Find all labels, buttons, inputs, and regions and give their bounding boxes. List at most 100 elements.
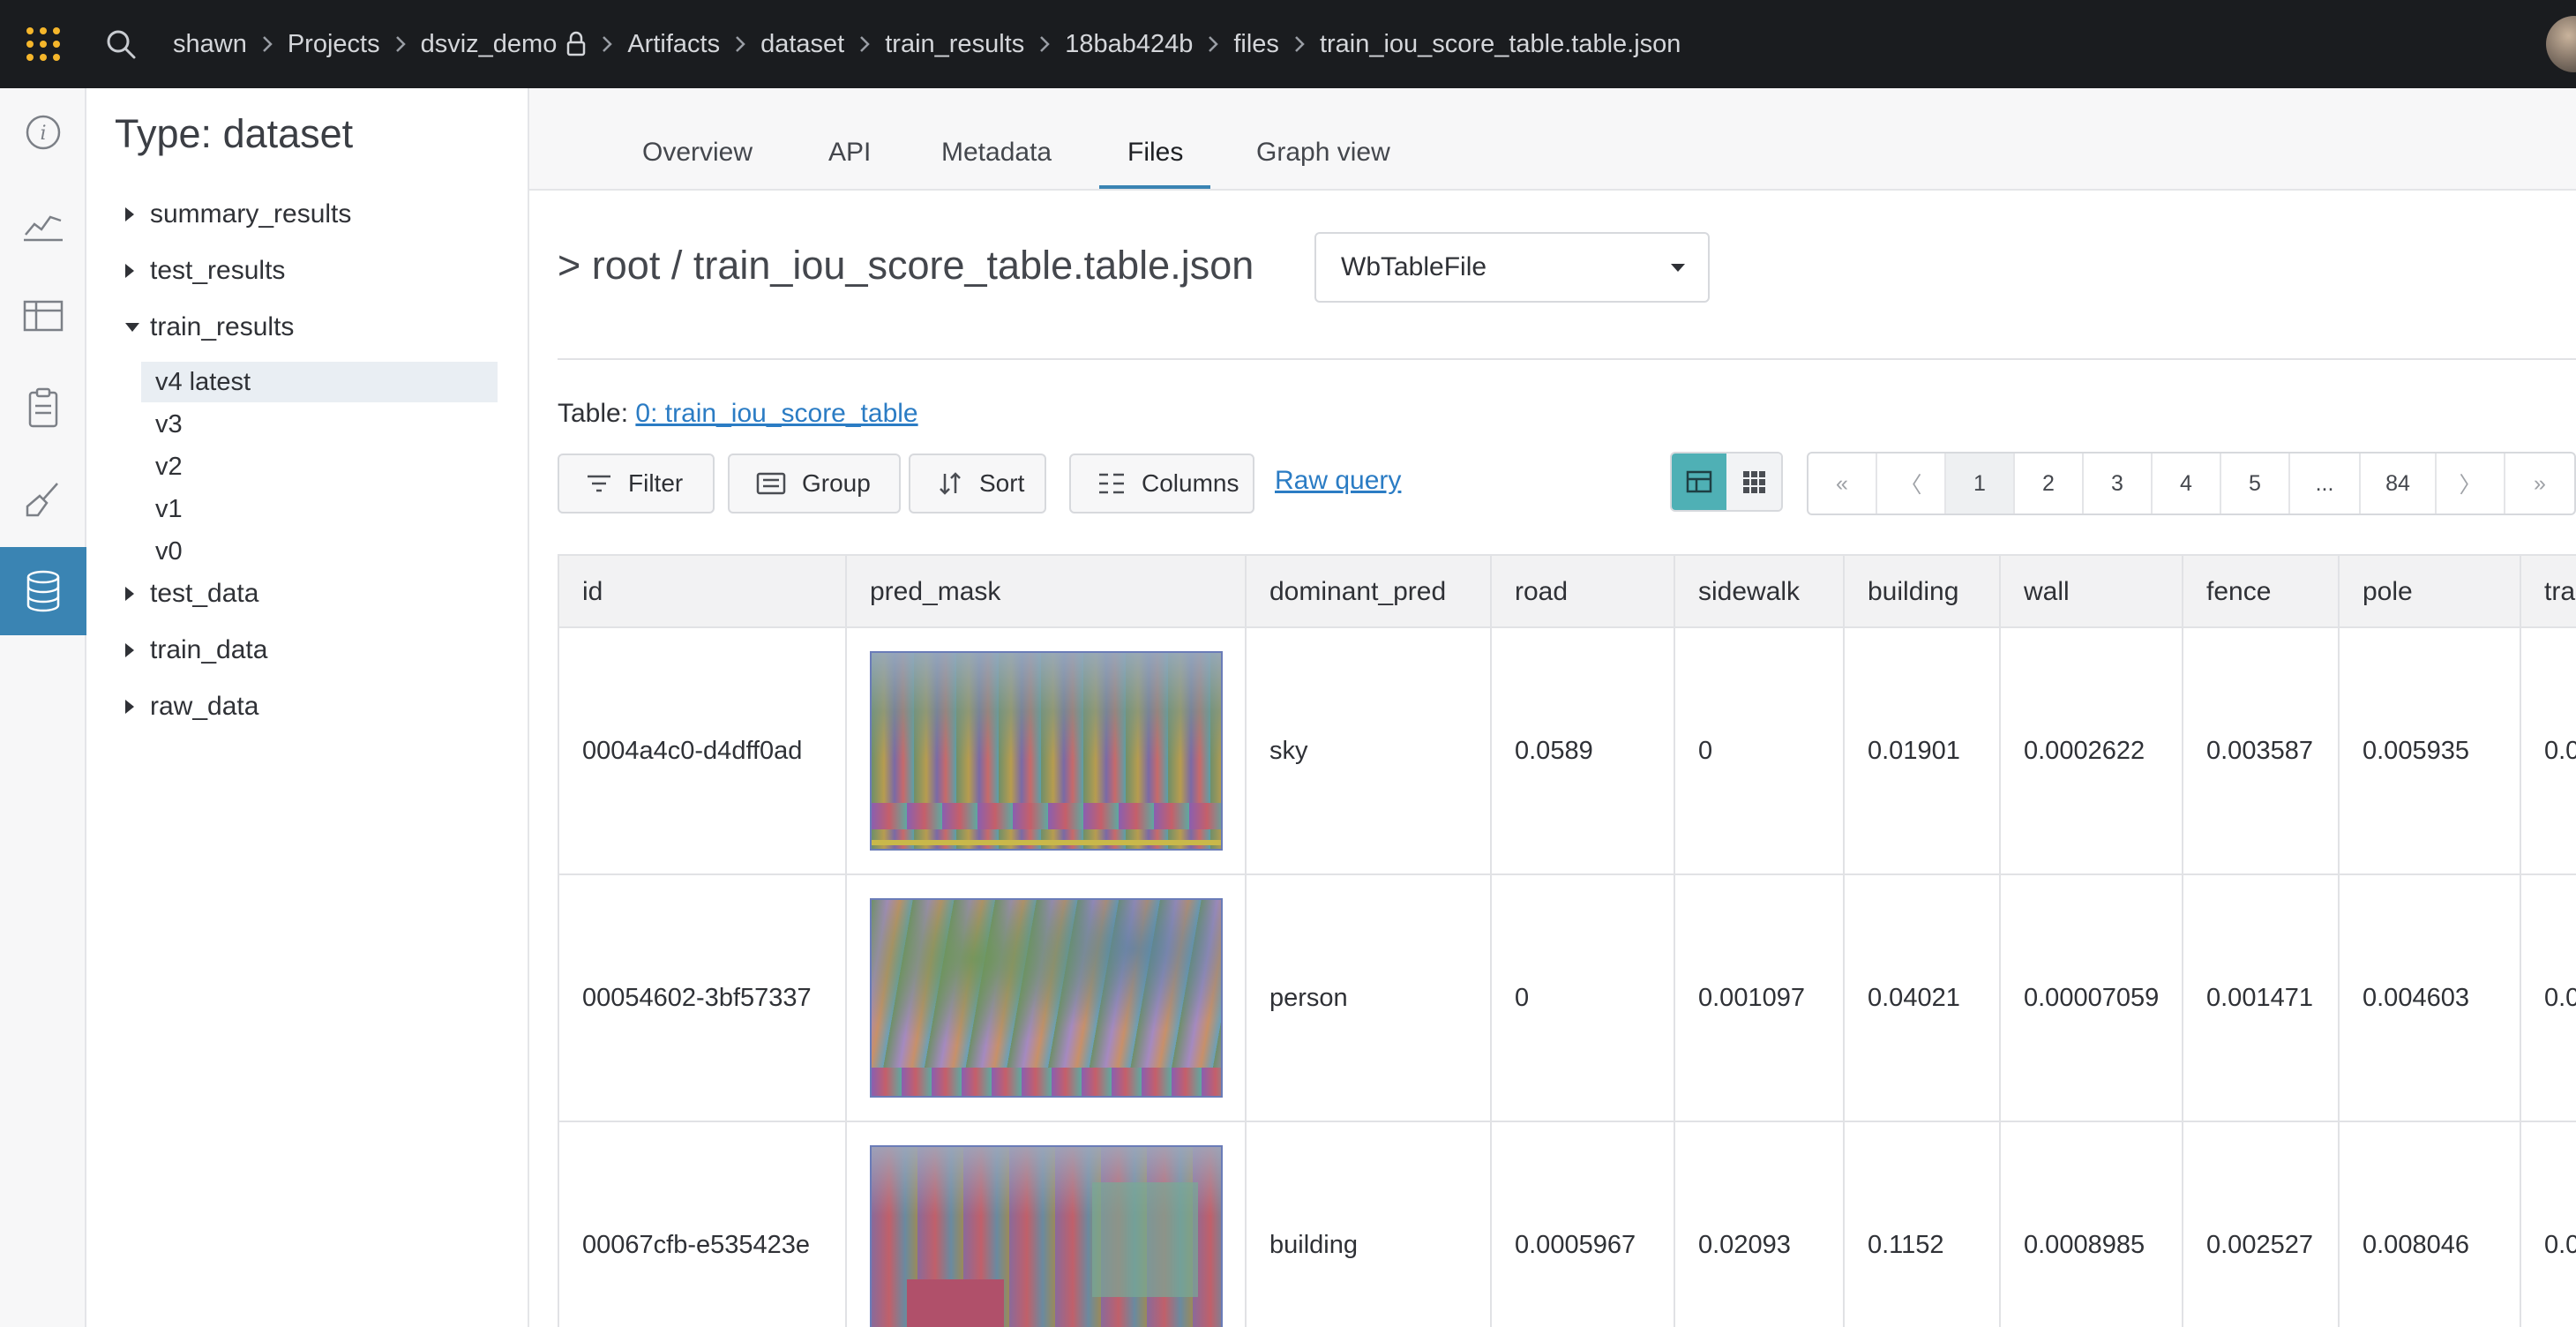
tab-metadata[interactable]: Metadata: [941, 138, 1052, 189]
tree-node-test-results[interactable]: test_results: [124, 256, 285, 286]
caret-down-icon: [124, 321, 150, 334]
rail-reports[interactable]: [0, 364, 86, 452]
version-item-v3[interactable]: v3: [141, 404, 498, 445]
app-menu-button[interactable]: [0, 0, 86, 88]
column-header-wall[interactable]: wall: [2001, 556, 2183, 628]
breadcrumb: shawn Projects dsviz_demo Artifacts data…: [173, 30, 1681, 59]
viewer-type-select[interactable]: WbTableFile: [1314, 232, 1710, 303]
column-header-pole[interactable]: pole: [2340, 556, 2521, 628]
tree-node-test-data[interactable]: test_data: [124, 579, 258, 609]
prediction-mask-image[interactable]: [870, 651, 1223, 851]
tree-node-train-results[interactable]: train_results: [124, 312, 294, 342]
app-grid-icon: [26, 27, 60, 61]
breadcrumb-project[interactable]: dsviz_demo: [421, 30, 558, 59]
tree-node-raw-data[interactable]: raw_data: [124, 692, 258, 722]
tab-files[interactable]: Files: [1127, 138, 1183, 189]
cell-road: 0: [1492, 875, 1675, 1121]
dropdown-arrow-icon: [1671, 264, 1685, 272]
rail-overview[interactable]: i: [0, 88, 86, 176]
file-path: > root / train_iou_score_table.table.jso…: [558, 243, 1254, 288]
cell-fence: 0.001471: [2183, 875, 2340, 1121]
prediction-mask-image[interactable]: [870, 1145, 1223, 1327]
page-84[interactable]: 84: [2361, 454, 2437, 514]
page-next[interactable]: 〉: [2437, 454, 2505, 514]
chevron-right-icon: [587, 34, 627, 54]
table-label: Table: 0: train_iou_score_table: [558, 399, 918, 429]
column-header-building[interactable]: building: [1845, 556, 2001, 628]
version-item-v0[interactable]: v0: [141, 531, 498, 572]
filter-button[interactable]: Filter: [558, 454, 715, 514]
raw-query-link[interactable]: Raw query: [1275, 466, 1401, 496]
breadcrumb-files[interactable]: files: [1233, 30, 1279, 59]
page-ellipsis: ...: [2290, 454, 2361, 514]
table-row[interactable]: 00067cfb-e535423e building 0.0005967 0.0…: [559, 1122, 2576, 1327]
prediction-mask-image[interactable]: [870, 898, 1223, 1098]
columns-label: Columns: [1142, 469, 1239, 497]
page-3[interactable]: 3: [2084, 454, 2153, 514]
search-icon: [107, 30, 136, 59]
column-header-tra[interactable]: tra: [2521, 556, 2576, 628]
line-chart-icon: [24, 215, 63, 242]
tab-graph-view[interactable]: Graph view: [1256, 138, 1390, 189]
page-prev[interactable]: 〈: [1877, 454, 1946, 514]
table-row[interactable]: 00054602-3bf57337 person 0 0.001097 0.04…: [559, 875, 2576, 1122]
tab-overview[interactable]: Overview: [642, 138, 753, 189]
results-table: id pred_mask dominant_pred road sidewalk…: [558, 554, 2576, 1327]
page-5[interactable]: 5: [2221, 454, 2290, 514]
rail-sweeps[interactable]: [0, 455, 86, 544]
icon-rail: i: [0, 88, 86, 1327]
search-button[interactable]: [86, 0, 155, 88]
version-item-v2[interactable]: v2: [141, 446, 498, 487]
top-bar: shawn Projects dsviz_demo Artifacts data…: [0, 0, 2576, 88]
page-4[interactable]: 4: [2153, 454, 2221, 514]
caret-right-icon: [124, 206, 150, 223]
tab-api[interactable]: API: [828, 138, 871, 189]
grid-view-button[interactable]: [1726, 454, 1781, 510]
tree-node-label: raw_data: [150, 692, 259, 721]
page-2[interactable]: 2: [2015, 454, 2084, 514]
column-header-id[interactable]: id: [559, 556, 847, 628]
avatar[interactable]: [2546, 16, 2576, 72]
table-view-button[interactable]: [1672, 454, 1726, 510]
breadcrumb-artifacts[interactable]: Artifacts: [627, 30, 720, 59]
info-icon: i: [26, 115, 61, 150]
page-first[interactable]: «: [1808, 454, 1877, 514]
version-item-v1[interactable]: v1: [141, 489, 498, 529]
chevron-right-icon: [247, 34, 288, 54]
tree-node-summary-results[interactable]: summary_results: [124, 199, 351, 229]
database-icon: [26, 570, 60, 612]
group-label: Group: [802, 469, 871, 497]
cell-wall: 0.0008985: [2001, 1122, 2183, 1327]
chevron-right-icon: [1193, 34, 1233, 54]
cell-pred-mask: [847, 875, 1247, 1121]
cell-sidewalk: 0.02093: [1675, 1122, 1845, 1327]
sort-button[interactable]: Sort: [909, 454, 1046, 514]
columns-button[interactable]: Columns: [1069, 454, 1254, 514]
tree-node-label: train_results: [150, 312, 295, 341]
cell-id: 00067cfb-e535423e: [559, 1122, 847, 1327]
page-1[interactable]: 1: [1946, 454, 2015, 514]
breadcrumb-artifact[interactable]: train_results: [885, 30, 1024, 59]
divider: [558, 358, 2576, 360]
lock-icon: [565, 31, 587, 57]
breadcrumb-type[interactable]: dataset: [760, 30, 844, 59]
column-header-sidewalk[interactable]: sidewalk: [1675, 556, 1845, 628]
column-header-road[interactable]: road: [1492, 556, 1675, 628]
rail-charts[interactable]: [0, 180, 86, 268]
breadcrumb-user[interactable]: shawn: [173, 30, 247, 59]
tree-node-label: train_data: [150, 635, 268, 664]
rail-artifacts[interactable]: [0, 547, 86, 635]
table-row[interactable]: 0004a4c0-d4dff0ad sky 0.0589 0 0.01901 0…: [559, 628, 2576, 875]
version-item-v4[interactable]: v4 latest: [141, 362, 498, 402]
table-link[interactable]: 0: train_iou_score_table: [635, 399, 917, 428]
rail-tables[interactable]: [0, 272, 86, 360]
breadcrumb-version[interactable]: 18bab424b: [1065, 30, 1193, 59]
chevron-right-icon: [1024, 34, 1065, 54]
column-header-dominant-pred[interactable]: dominant_pred: [1247, 556, 1492, 628]
page-last[interactable]: »: [2505, 454, 2574, 514]
tree-node-train-data[interactable]: train_data: [124, 635, 267, 665]
column-header-fence[interactable]: fence: [2183, 556, 2340, 628]
group-button[interactable]: Group: [728, 454, 901, 514]
breadcrumb-projects[interactable]: Projects: [288, 30, 380, 59]
column-header-pred-mask[interactable]: pred_mask: [847, 556, 1247, 628]
